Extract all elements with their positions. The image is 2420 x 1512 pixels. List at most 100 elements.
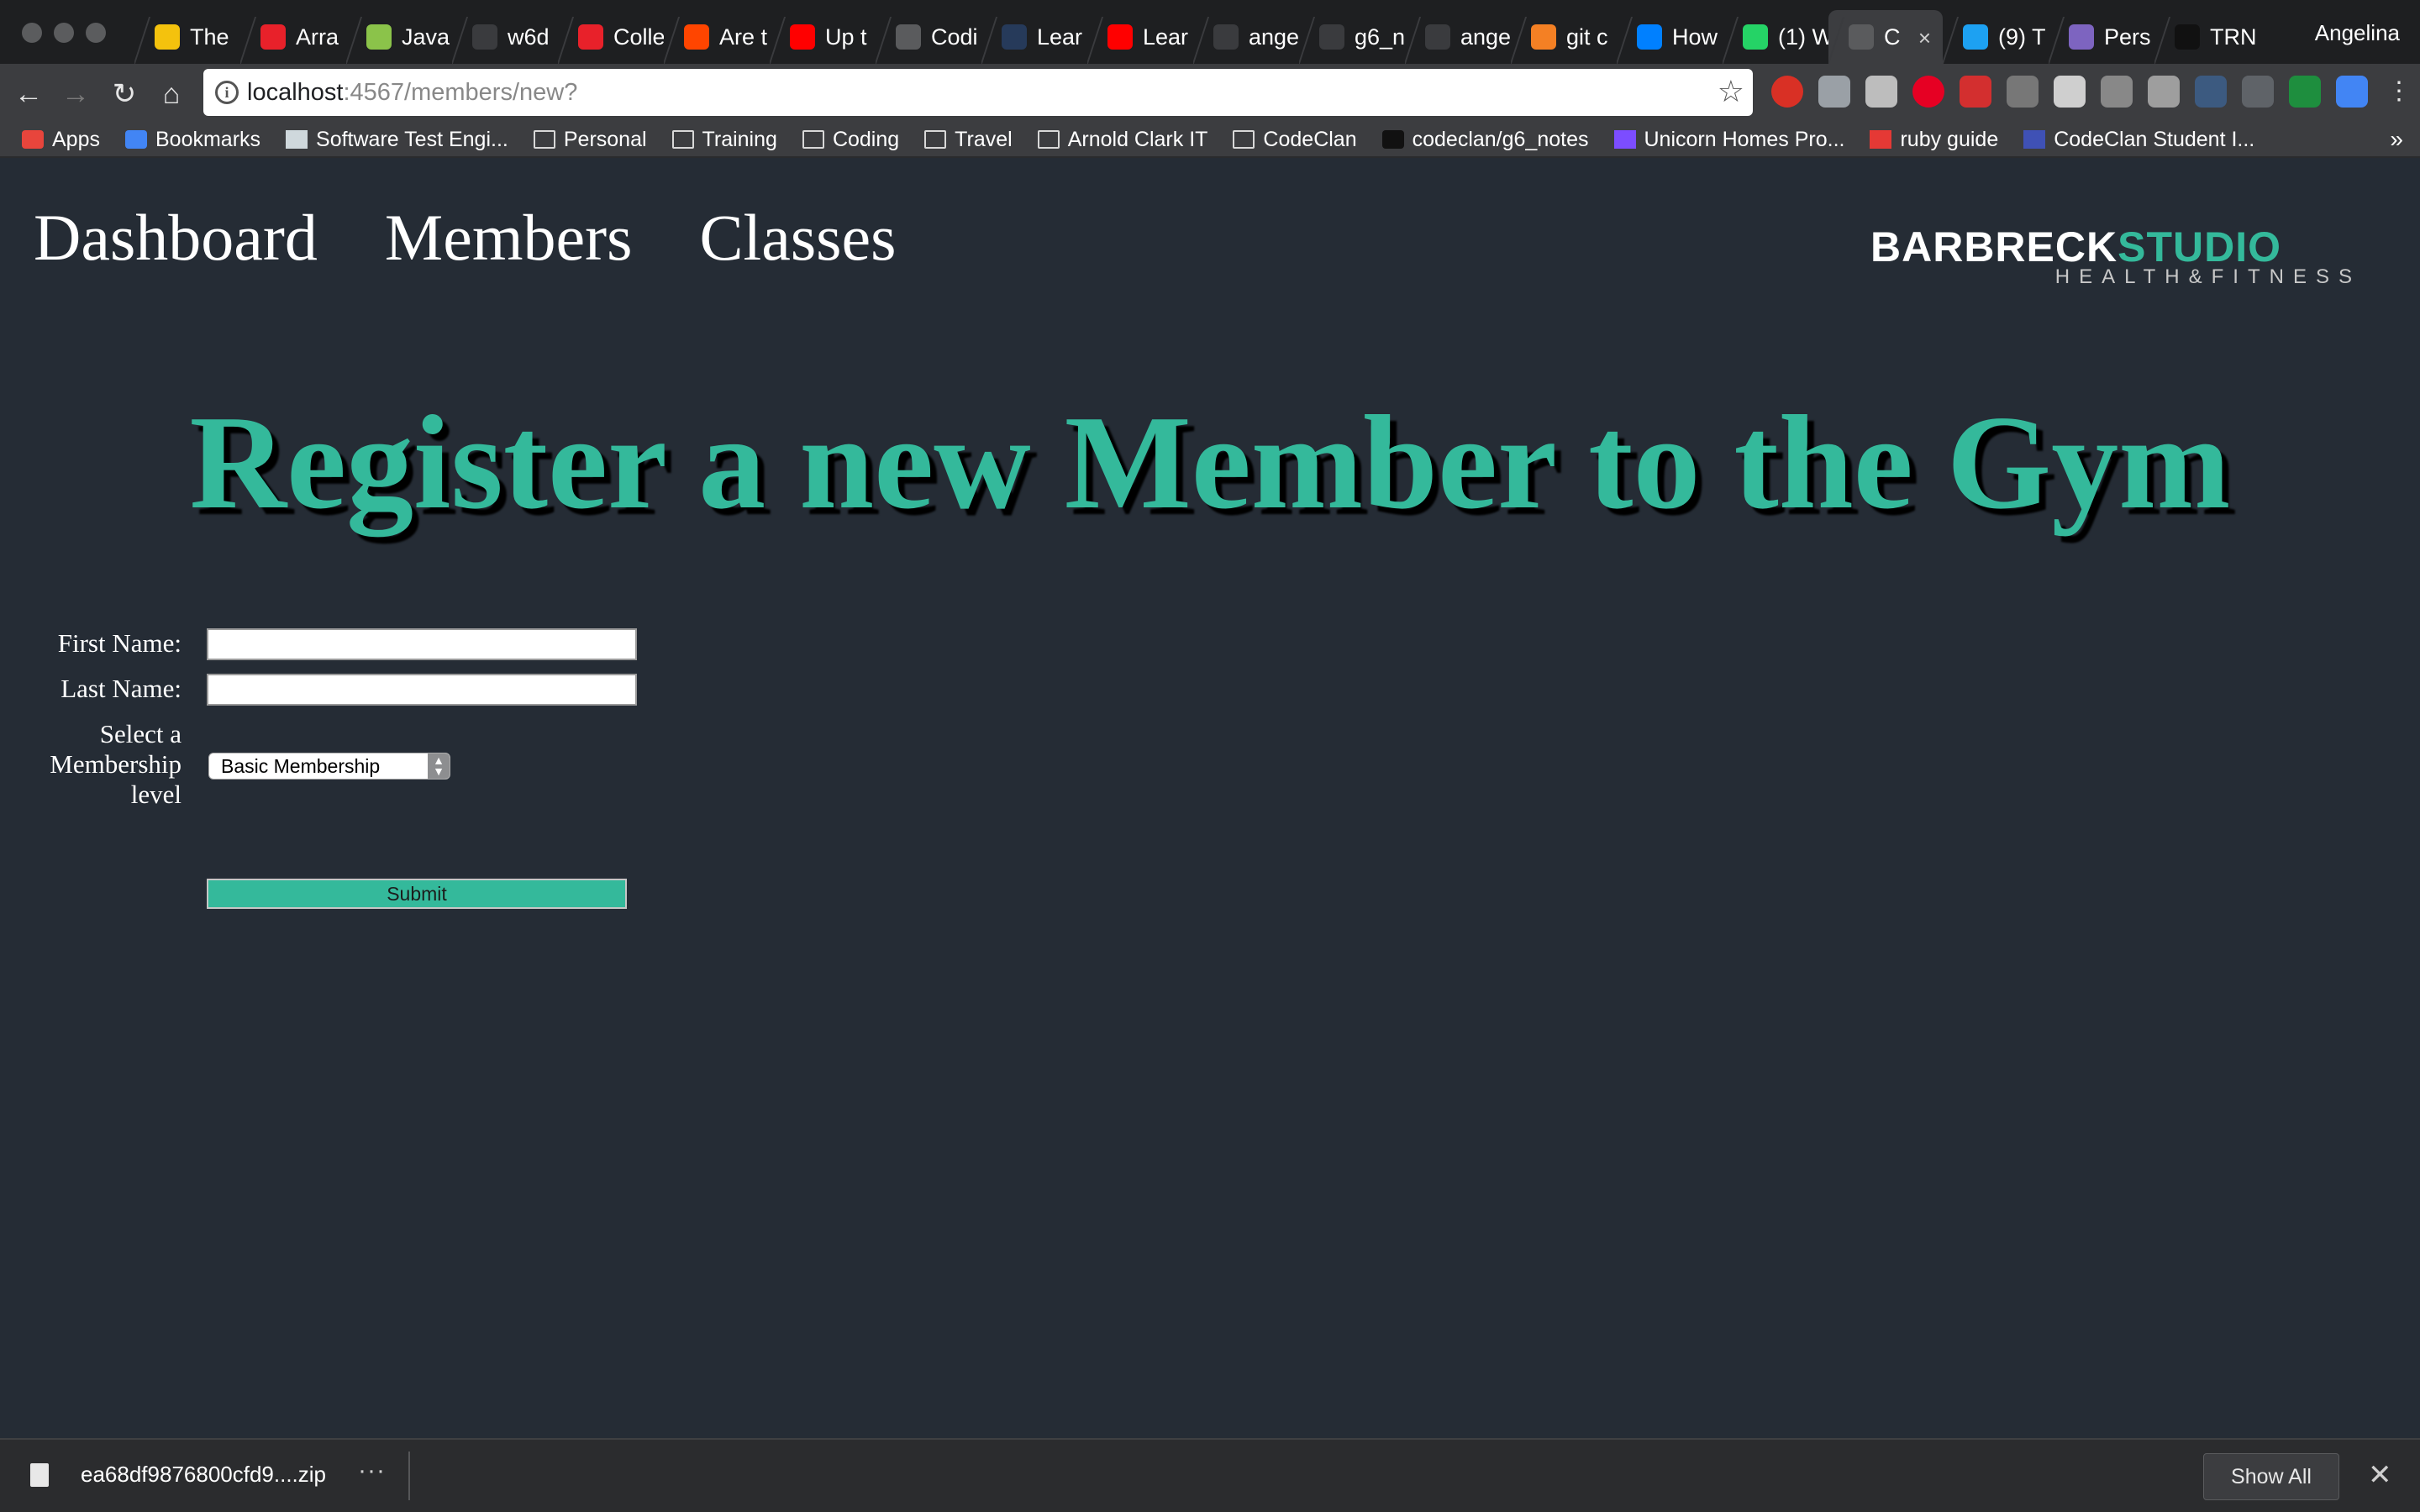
bookmark-item[interactable]: codeclan/g6_notes — [1381, 128, 1589, 152]
bird-icon[interactable] — [2007, 76, 2039, 108]
bookmark-item[interactable]: Software Test Engi... — [286, 128, 508, 152]
browser-menu-icon[interactable]: ⋮ — [2383, 76, 2415, 108]
tab-title: Arra — [296, 24, 339, 50]
browser-tab[interactable]: w6d — [452, 10, 558, 64]
bookmark-item[interactable]: Bookmarks — [124, 128, 260, 152]
browser-tab[interactable]: Codi — [876, 10, 981, 64]
youtube-icon — [790, 24, 815, 50]
bookmark-item[interactable]: CodeClan Student I... — [2023, 128, 2254, 152]
bookmark-item[interactable]: Training — [671, 127, 777, 152]
browser-tab[interactable]: Pers — [2049, 10, 2154, 64]
maximize-window-button[interactable] — [86, 23, 106, 43]
address-bar[interactable]: i localhost:4567/members/new? ☆ — [203, 69, 1753, 116]
pen-icon[interactable] — [2101, 76, 2133, 108]
bookmark-item[interactable]: Personal — [533, 128, 647, 152]
browser-tab[interactable]: TRN — [2154, 10, 2260, 64]
oracle-icon — [260, 24, 286, 50]
browser-tab[interactable]: Lear — [1087, 10, 1193, 64]
bookmark-item[interactable]: CodeClan — [1233, 128, 1357, 152]
timer-icon[interactable] — [2289, 76, 2321, 108]
nav-members-link[interactable]: Members — [385, 195, 633, 281]
glasses-icon[interactable] — [2242, 76, 2274, 108]
twitter-icon — [1963, 24, 1988, 50]
browser-tab[interactable]: Arra — [240, 10, 346, 64]
page-icon — [1849, 24, 1874, 50]
nav-dashboard-link[interactable]: Dashboard — [34, 195, 318, 281]
stackoverflow-icon — [1531, 24, 1556, 50]
url-path: :4567/members/new? — [343, 79, 578, 106]
tab-list: The Arra Java w6d Colle Are t Up t Codi Lear Lear… — [134, 10, 2260, 64]
info-icon[interactable]: i — [215, 81, 239, 104]
note-icon[interactable] — [2054, 76, 2086, 108]
bookmark-item[interactable]: Coding — [802, 128, 899, 152]
browser-tab[interactable]: ange — [1405, 10, 1511, 64]
chrome-icon — [155, 24, 180, 50]
download-file-name[interactable]: ea68df9876800cfd9....zip — [81, 1462, 326, 1488]
tab-title: Pers — [2104, 24, 2151, 50]
browser-tab[interactable]: How — [1617, 10, 1723, 64]
bookmark-label: Coding — [832, 127, 900, 151]
browser-tab[interactable]: Up t — [770, 10, 876, 64]
bookmark-label: Training — [702, 127, 777, 151]
oracle-icon — [578, 24, 603, 50]
tab-title: w6d — [508, 24, 550, 50]
bookmark-item[interactable]: ruby guide — [1870, 128, 1998, 152]
browser-tab[interactable]: C × — [1828, 10, 1943, 64]
bookmark-item[interactable]: Arnold Clark IT — [1037, 128, 1207, 152]
browser-tab[interactable]: Lear — [981, 10, 1087, 64]
heroku-icon — [2069, 24, 2094, 50]
bookmarks-overflow-icon[interactable]: » — [2390, 126, 2403, 153]
first-name-input[interactable] — [207, 628, 637, 660]
bookmark-item[interactable]: Unicorn Homes Pro... — [1613, 128, 1844, 152]
bookmarks-bar: Apps Bookmarks Software Test Engi... Person… — [0, 123, 2420, 158]
last-name-input[interactable] — [207, 674, 637, 706]
browser-tab[interactable]: The — [134, 10, 240, 64]
browser-tab[interactable]: ange — [1193, 10, 1299, 64]
browser-tab[interactable]: (9) T — [1943, 10, 2049, 64]
profile-name[interactable]: Angelina — [2315, 20, 2400, 46]
url-host: localhost — [247, 79, 344, 106]
nav-classes-link[interactable]: Classes — [700, 195, 897, 281]
pocket-icon[interactable] — [1960, 76, 1991, 108]
star-icon — [124, 130, 147, 149]
github-icon — [1319, 24, 1344, 50]
browser-tab[interactable]: Java — [346, 10, 452, 64]
pinterest-icon[interactable] — [1912, 76, 1944, 108]
browser-tab[interactable]: (1) W — [1723, 10, 1828, 64]
minimize-window-button[interactable] — [54, 23, 74, 43]
tab-title: Are t — [719, 24, 768, 50]
dropbox-icon[interactable] — [2148, 76, 2180, 108]
reload-button[interactable]: ↻ — [108, 77, 141, 111]
close-icon[interactable]: ✕ — [2368, 1458, 2392, 1492]
browser-tab[interactable]: git c — [1511, 10, 1617, 64]
screen-icon[interactable] — [2336, 76, 2368, 108]
membership-level-select[interactable]: Basic Membership ▲ ▼ — [208, 753, 450, 780]
barbreck-logo: BARBRECKSTUDIO HEALTH&FITNESS — [1870, 225, 2363, 289]
bookmark-star-icon[interactable]: ☆ — [1718, 74, 1744, 109]
bookmark-item[interactable]: Travel — [924, 128, 1013, 152]
bookmark-item[interactable]: Apps — [22, 128, 100, 152]
file-icon — [30, 1463, 49, 1487]
hq-icon[interactable] — [2195, 76, 2227, 108]
adblock-icon[interactable] — [1771, 76, 1803, 108]
close-window-button[interactable] — [22, 23, 42, 43]
home-button[interactable]: ⌂ — [155, 77, 188, 111]
first-name-label: First Name: — [57, 628, 182, 658]
select-arrows-icon[interactable]: ▲ ▼ — [428, 753, 450, 779]
download-options-icon[interactable]: ··· — [358, 1457, 386, 1485]
browser-tab[interactable]: Are t — [664, 10, 770, 64]
browser-tab[interactable]: Colle — [558, 10, 664, 64]
submit-button[interactable]: Submit — [207, 879, 627, 909]
tab-title: (9) T — [1998, 24, 2046, 50]
back-button[interactable]: ← — [12, 77, 45, 111]
chat-icon[interactable] — [1865, 76, 1897, 108]
url-text[interactable]: localhost:4567/members/new? — [247, 79, 577, 107]
show-all-button[interactable]: Show All — [2203, 1453, 2339, 1500]
github-icon — [1381, 130, 1404, 149]
tab-close-icon[interactable]: × — [1918, 25, 1931, 51]
clipboard-icon[interactable] — [1818, 76, 1850, 108]
tab-title: How — [1672, 24, 1718, 50]
browser-tab[interactable]: g6_n — [1299, 10, 1405, 64]
youtube-icon — [1107, 24, 1133, 50]
forward-button[interactable]: → — [59, 77, 92, 111]
